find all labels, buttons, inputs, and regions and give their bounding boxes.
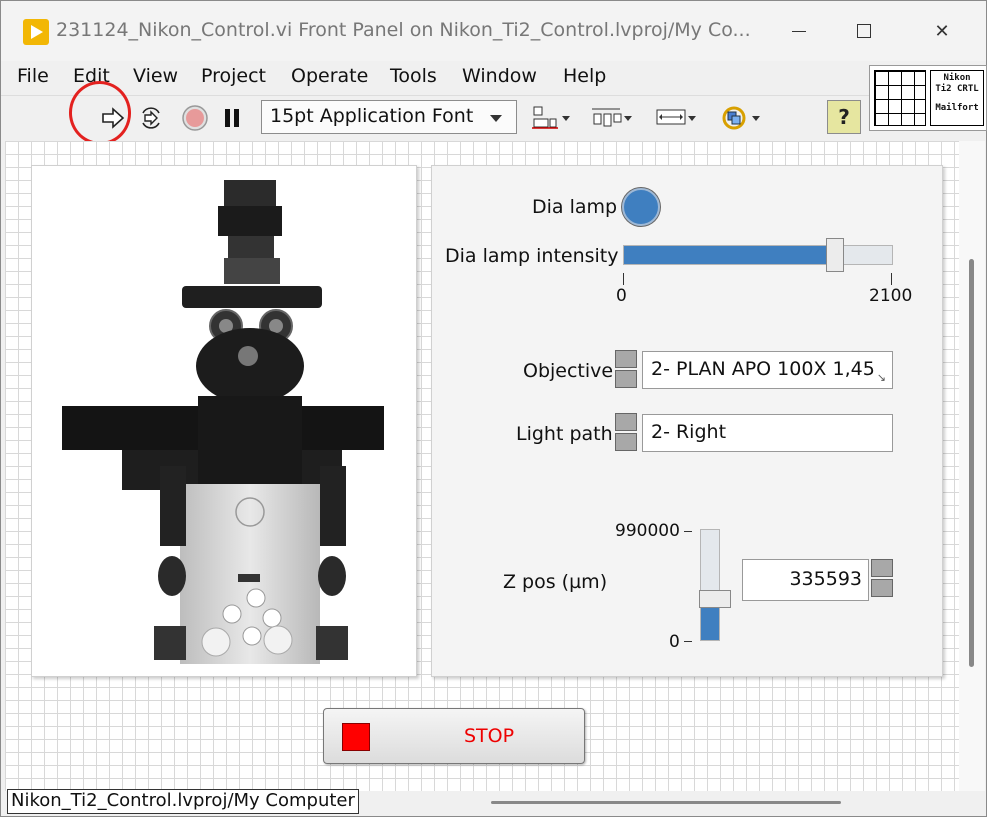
vertical-scroll-thumb[interactable] <box>969 259 974 667</box>
help-question-icon: ? <box>838 105 850 129</box>
microscope-illustration <box>62 180 384 664</box>
zpos-decrement-button[interactable] <box>871 579 893 597</box>
labview-window: 231124_Nikon_Control.vi Front Panel on N… <box>0 0 987 817</box>
stop-button-label: STOP <box>463 725 515 747</box>
zpos-slider-thumb[interactable] <box>699 590 731 609</box>
vi-icon[interactable]: Nikon Ti2 CRTL Mailfort <box>930 70 984 126</box>
objective-decrement-button[interactable] <box>615 370 637 388</box>
zpos-slider-fill <box>701 608 719 640</box>
light-path-increment-button[interactable] <box>615 413 637 431</box>
font-dropdown-value: 15pt Application Font <box>270 105 474 127</box>
intensity-slider-thumb[interactable] <box>825 238 844 272</box>
objective-value: 2- PLAN APO 100X 1,45 <box>651 358 875 380</box>
pause-button[interactable] <box>217 102 247 134</box>
maximize-button[interactable] <box>841 15 887 47</box>
abort-button[interactable] <box>179 102 211 134</box>
zpos-min-tick <box>684 641 692 642</box>
zpos-min-label: 0 <box>669 632 680 652</box>
intensity-min-label: 0 <box>616 286 627 306</box>
distribute-objects-icon <box>592 108 632 127</box>
intensity-slider-fill <box>624 246 835 264</box>
title-bar: 231124_Nikon_Control.vi Front Panel on N… <box>1 1 986 61</box>
dia-lamp-intensity-slider[interactable] <box>623 238 893 272</box>
window-title: 231124_Nikon_Control.vi Front Panel on N… <box>56 19 751 41</box>
objective-inc-dec[interactable] <box>615 350 637 388</box>
zpos-numeric-input[interactable]: 335593 <box>742 559 869 601</box>
align-objects-icon <box>532 106 570 129</box>
vi-icon-line1: Nikon <box>943 73 971 83</box>
zpos-max-tick <box>684 531 692 532</box>
zpos-max-label: 990000 <box>615 521 680 541</box>
close-icon: ✕ <box>934 20 950 42</box>
objective-ring[interactable]: 2- PLAN APO 100X 1,45 ↘ <box>642 351 893 389</box>
reorder-icon <box>722 106 760 130</box>
zpos-inc-dec[interactable] <box>871 559 893 597</box>
menu-file[interactable]: File <box>17 65 49 87</box>
dia-lamp-toggle[interactable] <box>622 188 660 226</box>
menu-window[interactable]: Window <box>462 65 537 87</box>
light-path-label: Light path <box>516 423 613 445</box>
connector-pane-icon[interactable] <box>874 70 926 126</box>
resize-corner-icon: ↘ <box>876 371 886 384</box>
align-objects-button[interactable] <box>529 102 575 134</box>
dia-lamp-label: Dia lamp <box>532 196 618 218</box>
menu-project[interactable]: Project <box>201 65 266 87</box>
vi-icon-line2: Ti2 CRTL <box>935 84 979 94</box>
menu-bar: File Edit View Project Operate Tools Win… <box>1 61 869 91</box>
labview-app-icon <box>23 19 49 45</box>
toolbar: 15pt Application Font <box>1 95 869 139</box>
light-path-inc-dec[interactable] <box>615 413 637 451</box>
run-continuously-button[interactable] <box>135 102 167 134</box>
minimize-icon <box>792 30 806 32</box>
font-dropdown[interactable]: 15pt Application Font <box>261 100 517 134</box>
menu-help[interactable]: Help <box>563 65 606 87</box>
project-path-status: Nikon_Ti2_Control.lvproj/My Computer <box>7 789 359 814</box>
light-path-ring[interactable]: 2- Right <box>642 414 893 452</box>
reorder-button[interactable] <box>717 102 765 134</box>
objective-label: Objective <box>523 360 614 382</box>
horizontal-scroll-thumb[interactable] <box>491 801 841 804</box>
dropdown-arrow-icon <box>490 115 502 122</box>
zpos-slider[interactable] <box>699 529 731 641</box>
menu-tools[interactable]: Tools <box>390 65 437 87</box>
zpos-increment-button[interactable] <box>871 559 893 577</box>
abort-stop-icon <box>182 105 208 131</box>
intensity-max-label: 2100 <box>869 286 913 306</box>
maximize-icon <box>857 24 871 38</box>
resize-objects-button[interactable] <box>653 102 701 134</box>
context-help-button[interactable]: ? <box>827 100 861 134</box>
menu-view[interactable]: View <box>133 65 178 87</box>
objective-increment-button[interactable] <box>615 350 637 368</box>
dia-lamp-intensity-label: Dia lamp intensity <box>445 245 619 267</box>
resize-objects-icon <box>656 109 696 125</box>
distribute-objects-button[interactable] <box>589 102 637 134</box>
run-continuously-icon <box>142 107 160 129</box>
connector-pane-area: Nikon Ti2 CRTL Mailfort <box>869 65 987 131</box>
intensity-max-tick <box>891 273 892 285</box>
vi-icon-line3: Mailfort <box>935 103 979 113</box>
light-path-decrement-button[interactable] <box>615 433 637 451</box>
menu-operate[interactable]: Operate <box>291 65 368 87</box>
stop-button[interactable]: STOP <box>323 708 585 764</box>
zpos-label: Z pos (µm) <box>503 571 608 593</box>
light-path-value: 2- Right <box>651 421 727 443</box>
intensity-min-tick <box>623 273 624 285</box>
minimize-button[interactable] <box>776 15 822 47</box>
close-button[interactable]: ✕ <box>919 15 965 47</box>
microscope-image <box>31 165 417 677</box>
pause-icon <box>225 109 239 127</box>
